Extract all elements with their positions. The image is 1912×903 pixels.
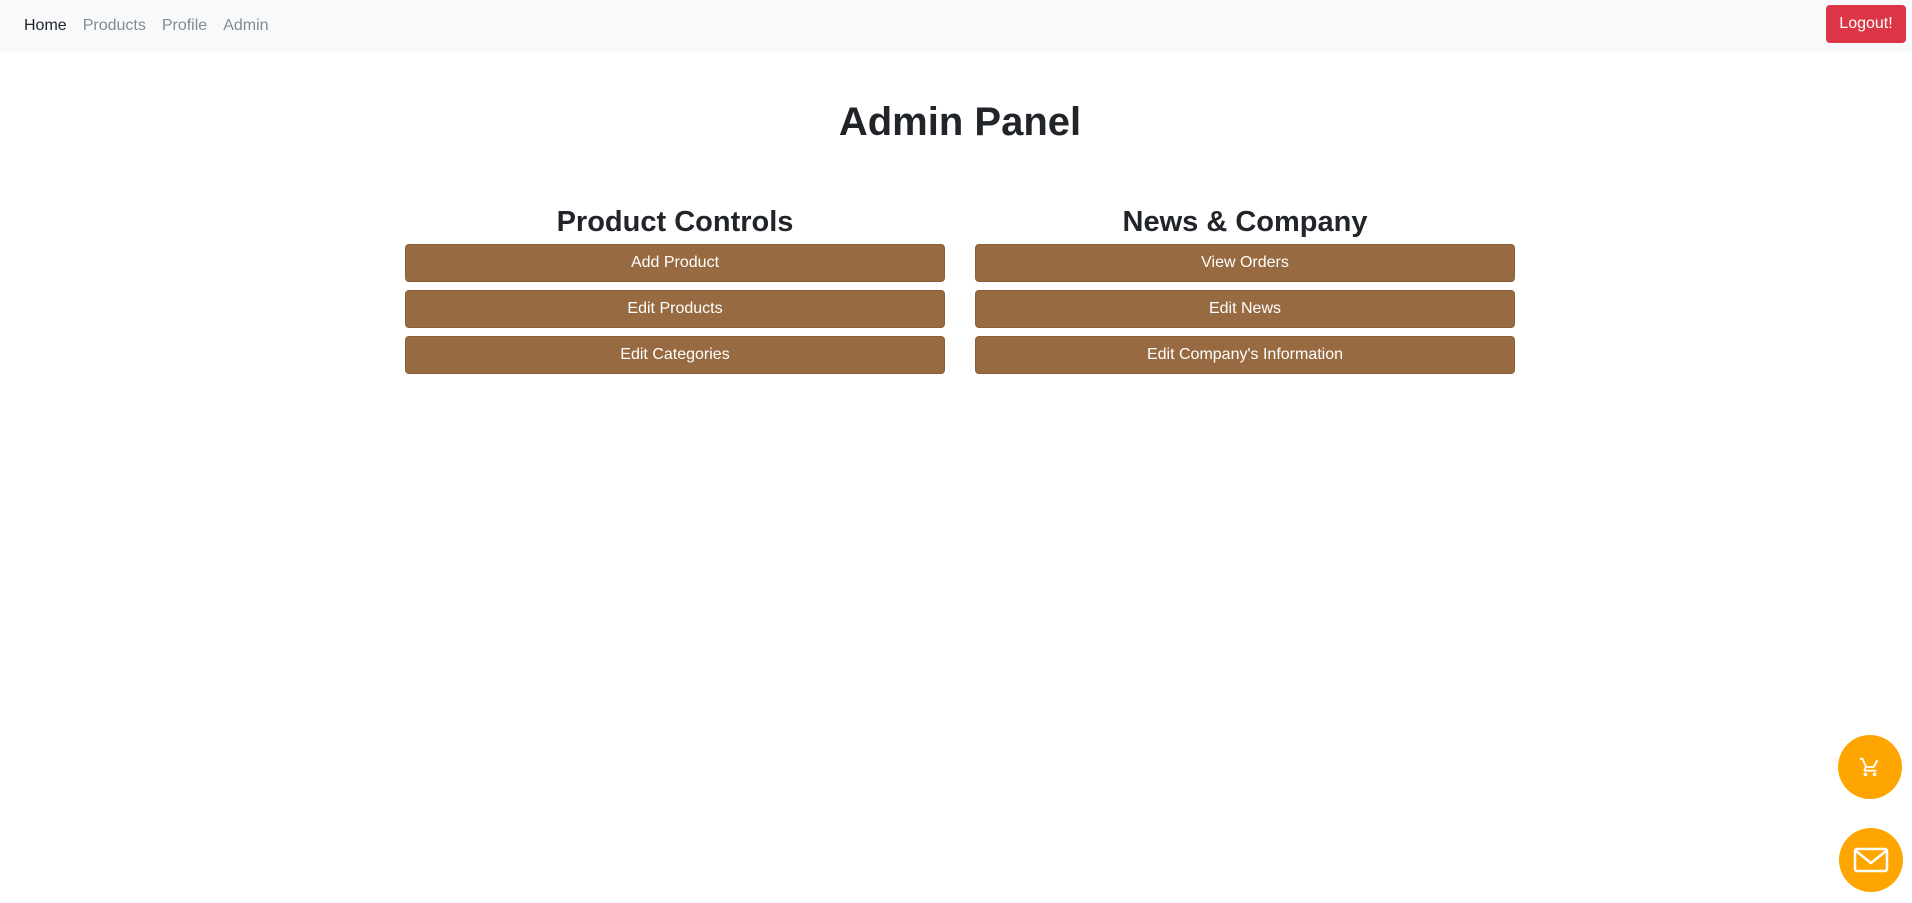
nav-link-profile[interactable]: Profile — [162, 17, 207, 35]
nav-link-admin[interactable]: Admin — [223, 17, 268, 35]
news-company-title: News & Company — [1122, 206, 1368, 238]
edit-categories-button[interactable]: Edit Categories — [405, 336, 945, 374]
product-controls-title: Product Controls — [556, 206, 794, 238]
product-controls-section: Product Controls Add Product Edit Produc… — [405, 204, 945, 382]
cart-button[interactable] — [1838, 735, 1902, 799]
top-navbar: Home Products Profile Admin Logout! — [0, 0, 1912, 52]
message-button[interactable] — [1839, 828, 1903, 892]
edit-products-button[interactable]: Edit Products — [405, 290, 945, 328]
news-company-section: News & Company View Orders Edit News Edi… — [975, 204, 1515, 382]
logout-button[interactable]: Logout! — [1826, 5, 1906, 43]
mail-icon — [1853, 847, 1889, 873]
view-orders-button[interactable]: View Orders — [975, 244, 1515, 282]
nav-link-products[interactable]: Products — [83, 17, 146, 35]
nav-link-home[interactable]: Home — [24, 17, 67, 35]
add-product-button[interactable]: Add Product — [405, 244, 945, 282]
edit-news-button[interactable]: Edit News — [975, 290, 1515, 328]
edit-company-information-button[interactable]: Edit Company's Information — [975, 336, 1515, 374]
nav-links: Home Products Profile Admin — [24, 17, 285, 35]
page-title: Admin Panel — [838, 100, 1082, 144]
cart-icon — [1859, 757, 1879, 777]
